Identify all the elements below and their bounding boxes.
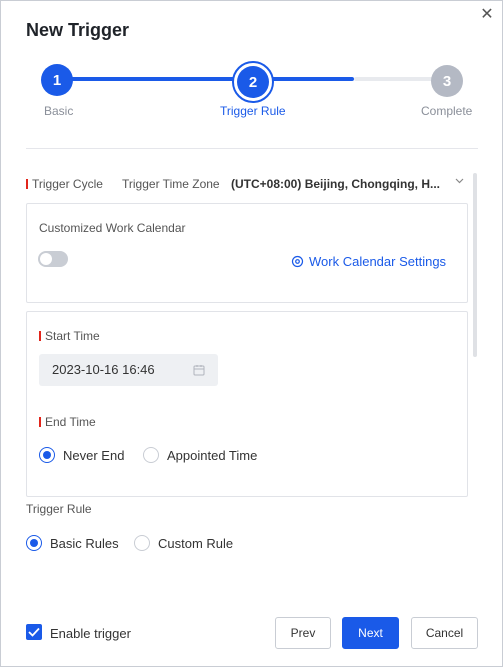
trigger-cycle-row: Trigger Cycle Trigger Time Zone (UTC+08:… [26,177,471,195]
step-3-label: Complete [421,104,473,118]
required-marker [39,417,41,427]
dialog-title: New Trigger [26,20,130,40]
cancel-button[interactable]: Cancel [411,617,478,649]
step-1-circle[interactable]: 1 [41,64,73,96]
required-marker [39,331,41,341]
work-calendar-settings-link[interactable]: Work Calendar Settings [291,254,446,269]
start-time-input[interactable]: 2023-10-16 16:46 [39,354,218,386]
check-icon [28,627,40,637]
steps-progress-done [57,77,354,81]
appointed-time-label[interactable]: Appointed Time [167,448,257,463]
basic-rules-radio[interactable] [26,535,42,551]
end-time-label: End Time [39,415,96,429]
header-divider [26,148,478,149]
toggle-knob [40,253,52,265]
basic-rules-label[interactable]: Basic Rules [50,536,119,551]
never-end-radio[interactable] [39,447,55,463]
trigger-rule-label: Trigger Rule [26,502,92,516]
enable-trigger-label[interactable]: Enable trigger [50,626,131,641]
calendar-icon [193,365,205,376]
chevron-down-icon[interactable] [455,176,464,187]
next-button[interactable]: Next [342,617,399,649]
work-calendar-label: Customized Work Calendar [39,221,186,235]
work-calendar-panel [26,203,468,303]
enable-trigger-checkbox[interactable] [26,624,42,640]
new-trigger-dialog: New Trigger ✕ 1 2 3 Basic Trigger Rule C… [0,0,503,667]
step-2-circle[interactable]: 2 [237,66,269,98]
step-1-label: Basic [44,104,74,118]
required-marker [26,179,28,189]
timezone-label: Trigger Time Zone [122,177,220,191]
never-end-label[interactable]: Never End [63,448,124,463]
scrollbar[interactable] [473,173,477,357]
close-icon[interactable]: ✕ [479,7,495,23]
work-calendar-toggle[interactable] [38,251,68,267]
step-3-circle: 3 [431,65,463,97]
gear-icon [291,255,304,268]
custom-rule-radio[interactable] [134,535,150,551]
appointed-time-radio[interactable] [143,447,159,463]
prev-button[interactable]: Prev [275,617,331,649]
trigger-cycle-label: Trigger Cycle [26,177,103,191]
step-2-label: Trigger Rule [220,104,286,118]
timezone-select[interactable]: (UTC+08:00) Beijing, Chongqing, H... [231,177,440,191]
custom-rule-label[interactable]: Custom Rule [158,536,233,551]
start-time-label: Start Time [39,329,100,343]
